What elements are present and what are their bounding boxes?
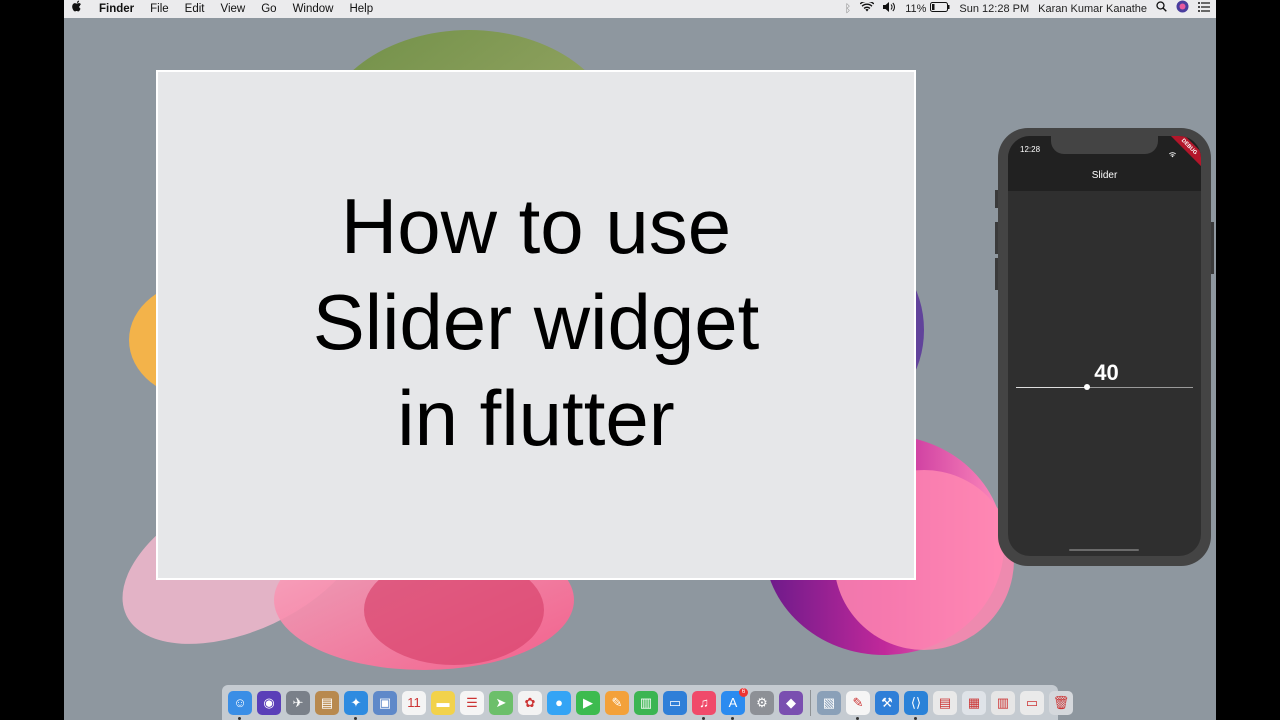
phone-notch [1051, 136, 1158, 154]
phone-power-button [1211, 222, 1214, 274]
music-icon[interactable]: ♫ [692, 690, 716, 720]
wifi-icon[interactable] [859, 0, 875, 18]
dock-separator [810, 689, 811, 716]
battery-percent[interactable]: 11% [905, 0, 926, 18]
menu-go[interactable]: Go [253, 0, 284, 18]
menu-bar: Finder File Edit View Go Window Help ᛒ 1… [64, 0, 1216, 18]
apple-icon[interactable] [64, 0, 91, 18]
notification-center-icon[interactable] [1198, 0, 1210, 18]
slider-thumb[interactable] [1083, 384, 1090, 390]
vs-code-icon[interactable]: ⟨⟩ [904, 690, 928, 720]
finder-icon[interactable]: ☺ [228, 690, 252, 720]
menu-view[interactable]: View [213, 0, 254, 18]
menubar-user[interactable]: Karan Kumar Kanathe [1038, 0, 1147, 18]
menu-edit[interactable]: Edit [177, 0, 213, 18]
app-badge: 6 [739, 687, 748, 697]
screenshot-stack-icon[interactable]: ▦ [962, 690, 986, 715]
status-time: 12:28 [1020, 145, 1041, 154]
siri-icon[interactable]: ◉ [257, 690, 281, 715]
menu-file[interactable]: File [142, 0, 177, 18]
keynote-icon[interactable]: ▭ [663, 690, 687, 715]
menu-app-name[interactable]: Finder [91, 0, 142, 18]
github-icon[interactable]: ◆ [779, 690, 803, 715]
title-line-3: in flutter [397, 374, 675, 462]
screenshot-thumbnail-icon[interactable]: ▧ [817, 690, 841, 715]
running-indicator [702, 716, 705, 720]
menubar-clock[interactable]: Sun 12:28 PM [959, 0, 1029, 18]
downloads-stack-icon[interactable]: ▥ [991, 690, 1015, 715]
textedit-icon[interactable]: ✎ [846, 690, 870, 720]
running-indicator [354, 716, 357, 720]
numbers-icon[interactable]: ▥ [634, 690, 658, 715]
preview-icon[interactable]: ▣ [373, 690, 397, 715]
phone-screen: 12:28 DEBUG Slider 40 [1008, 136, 1201, 556]
system-preferences-icon[interactable]: ⚙ [750, 690, 774, 715]
running-indicator [238, 716, 241, 720]
menu-window[interactable]: Window [285, 0, 342, 18]
app-bar: 12:28 DEBUG Slider [1008, 136, 1201, 191]
battery-icon[interactable] [930, 0, 950, 18]
trash-icon[interactable]: 🗑 [1049, 690, 1073, 715]
folder-stack-icon[interactable]: ▭ [1020, 690, 1044, 715]
desktop: Finder File Edit View Go Window Help ᛒ 1… [64, 0, 1216, 720]
xcode-icon[interactable]: ⚒ [875, 690, 899, 715]
slider-value-label: 40 [1094, 360, 1119, 385]
bluetooth-icon[interactable]: ᛒ [845, 0, 852, 18]
notes-icon[interactable]: ▬ [431, 690, 455, 715]
calendar-icon[interactable]: 11 [402, 690, 426, 715]
document-stack-icon[interactable]: ▤ [933, 690, 957, 715]
safari-icon[interactable]: ✦ [344, 690, 368, 720]
phone-simulator: 12:28 DEBUG Slider 40 [998, 128, 1211, 566]
app-store-icon[interactable]: A6 [721, 687, 748, 720]
running-indicator [856, 716, 859, 720]
pages-icon[interactable]: ✎ [605, 690, 629, 715]
spotlight-icon[interactable] [1156, 0, 1167, 18]
home-indicator [1069, 549, 1139, 551]
facetime-icon[interactable]: ▶ [576, 690, 600, 715]
contacts-icon[interactable]: ▤ [315, 690, 339, 715]
slider[interactable] [1016, 384, 1193, 390]
running-indicator [914, 716, 917, 720]
messages-icon[interactable]: ● [547, 690, 571, 715]
launchpad-icon[interactable]: ✈ [286, 690, 310, 715]
status-wifi-icon [1168, 145, 1177, 163]
running-indicator [731, 716, 734, 720]
title-line-2: Slider widget [312, 278, 760, 366]
menu-help[interactable]: Help [341, 0, 381, 18]
dock: ☺ ◉ ✈ ▤ ✦ ▣ 11 ▬ ☰ ➤ ✿ ● ▶ ✎ ▥ ▭ ♫ A 6 ⚙ ◆ ▧ ✎ ⚒ ⟨⟩ ▤ ▦ ▥ ▭ 🗑 [222, 685, 1073, 720]
title-line-1: How to use [340, 182, 732, 270]
maps-icon[interactable]: ➤ [489, 690, 513, 715]
title-text: How to use Slider widget in flutter [313, 178, 760, 466]
siri-icon[interactable] [1176, 0, 1189, 19]
title-card: How to use Slider widget in flutter [156, 70, 916, 580]
volume-icon[interactable] [883, 0, 896, 18]
photos-icon[interactable]: ✿ [518, 690, 542, 715]
reminders-icon[interactable]: ☰ [460, 690, 484, 715]
slider-active-track [1016, 387, 1087, 388]
app-bar-title: Slider [1091, 170, 1118, 181]
